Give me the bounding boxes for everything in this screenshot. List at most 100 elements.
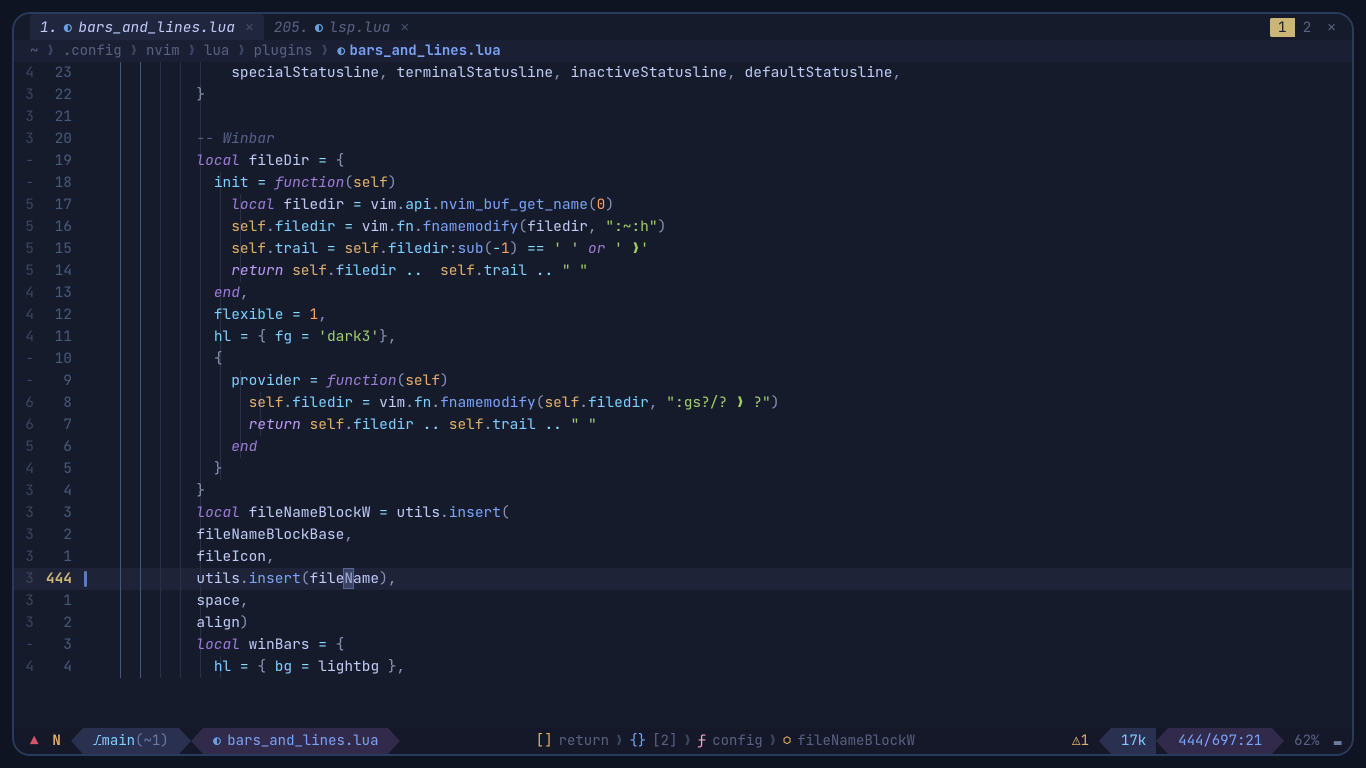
vim-mode-indicator: N	[42, 728, 70, 754]
distro-logo-icon: ▲	[14, 728, 42, 754]
line-number: 6	[40, 436, 82, 458]
fold-column[interactable]: 3	[14, 480, 40, 502]
code-line[interactable]: 413 end,	[14, 282, 1352, 304]
sign-column	[82, 216, 92, 238]
code-line[interactable]: 32 fileNameBlockBase,	[14, 524, 1352, 546]
line-number: 3	[40, 502, 82, 524]
sign-column	[82, 348, 92, 370]
fold-column[interactable]: 4	[14, 62, 40, 84]
fold-column[interactable]: -	[14, 370, 40, 392]
tabpage-close-icon[interactable]: ✕	[1319, 18, 1344, 37]
tab[interactable]: 1.◐bars_and_lines.lua✕	[30, 14, 264, 40]
warning-icon: ⚠	[1072, 732, 1080, 750]
fold-column[interactable]: 5	[14, 260, 40, 282]
breadcrumb-segment[interactable]: plugins	[254, 42, 313, 60]
fold-column[interactable]: 5	[14, 194, 40, 216]
code-line[interactable]: 3444 utils.insert(fileName),	[14, 568, 1352, 590]
fold-column[interactable]: 6	[14, 392, 40, 414]
code-line[interactable]: 45 }	[14, 458, 1352, 480]
code-line[interactable]: -18 init = function(self)	[14, 172, 1352, 194]
line-number: 4	[40, 656, 82, 678]
sign-column	[82, 634, 92, 656]
close-icon[interactable]: ✕	[245, 18, 254, 37]
fold-column[interactable]: 4	[14, 458, 40, 480]
code-line[interactable]: 68 self.filedir = vim.fn.fnamemodify(sel…	[14, 392, 1352, 414]
fold-column[interactable]: 3	[14, 546, 40, 568]
fold-column[interactable]: 4	[14, 282, 40, 304]
cursor-position: 444/697:21	[1168, 728, 1272, 754]
line-number: 20	[40, 128, 82, 150]
fold-column[interactable]: -	[14, 172, 40, 194]
fold-column[interactable]: 3	[14, 84, 40, 106]
sign-column	[82, 392, 92, 414]
code-context-breadcrumb[interactable]: [] return ❯ {} [2] ❯ ƒ config ❯ ⬡ fileNa…	[400, 728, 1050, 754]
fold-column[interactable]: 4	[14, 326, 40, 348]
sign-column	[82, 172, 92, 194]
fold-column[interactable]: 3	[14, 612, 40, 634]
fold-column[interactable]: 3	[14, 502, 40, 524]
code-line[interactable]: 33 local fileNameBlockW = utils.insert(	[14, 502, 1352, 524]
fold-column[interactable]: 5	[14, 238, 40, 260]
tab-page-indicator[interactable]: 12✕	[1270, 14, 1352, 40]
code-line[interactable]: 515 self.trail = self.filedir:sub(-1) ==…	[14, 238, 1352, 260]
status-filename[interactable]: ◐bars_and_lines.lua	[203, 728, 389, 754]
code-line[interactable]: 32 align)	[14, 612, 1352, 634]
breadcrumb-segment[interactable]: ~	[30, 42, 38, 60]
code-line[interactable]: 423 specialStatusline, terminalStatuslin…	[14, 62, 1352, 84]
diagnostics-warnings[interactable]: ⚠ 1	[1062, 728, 1099, 754]
code-line[interactable]: 322 }	[14, 84, 1352, 106]
code-line[interactable]: -9 provider = function(self)	[14, 370, 1352, 392]
code-line[interactable]: 321	[14, 106, 1352, 128]
breadcrumb-segment[interactable]: .config	[63, 42, 122, 60]
code-line[interactable]: 67 return self.filedir .. self.trail .. …	[14, 414, 1352, 436]
code-line[interactable]: -19 local fileDir = {	[14, 150, 1352, 172]
code-line[interactable]: -10 {	[14, 348, 1352, 370]
tab[interactable]: 205.◐lsp.lua✕	[264, 14, 419, 40]
code-line[interactable]: 31 fileIcon,	[14, 546, 1352, 568]
chevron-right-icon: ❯	[320, 42, 328, 60]
code-line[interactable]: 412 flexible = 1,	[14, 304, 1352, 326]
tab-number: 205.	[274, 18, 309, 37]
fold-column[interactable]: 3	[14, 524, 40, 546]
code-line[interactable]: 514 return self.filedir .. self.trail ..…	[14, 260, 1352, 282]
cursor: N	[344, 569, 353, 588]
breadcrumb-segment[interactable]: lua	[204, 42, 229, 60]
fold-column[interactable]: 5	[14, 216, 40, 238]
breadcrumb-segment[interactable]: nvim	[146, 42, 180, 60]
fold-column[interactable]: 4	[14, 304, 40, 326]
sign-column	[82, 458, 92, 480]
line-number: 1	[40, 590, 82, 612]
chevron-right-icon: ❯	[237, 42, 245, 60]
fold-column[interactable]: -	[14, 150, 40, 172]
fold-column[interactable]: -	[14, 348, 40, 370]
code-line[interactable]: 516 self.filedir = vim.fn.fnamemodify(fi…	[14, 216, 1352, 238]
context-symbol-icon: ⬡	[783, 732, 791, 750]
breadcrumb-file[interactable]: ◐bars_and_lines.lua	[337, 42, 501, 60]
code-line[interactable]: 411 hl = { fg = 'dark3'},	[14, 326, 1352, 348]
fold-column[interactable]: 3	[14, 106, 40, 128]
editor-window: 1.◐bars_and_lines.lua✕205.◐lsp.lua✕12✕ ~…	[12, 12, 1354, 756]
code-line[interactable]: 517 local filedir = vim.api.nvim_buf_get…	[14, 194, 1352, 216]
fold-column[interactable]: 4	[14, 656, 40, 678]
code-line[interactable]: 320 -- Winbar	[14, 128, 1352, 150]
git-branch[interactable]: ⎇ main(~1)	[83, 728, 179, 754]
fold-column[interactable]: -	[14, 634, 40, 656]
code-line[interactable]: 34 }	[14, 480, 1352, 502]
code-line[interactable]: 56 end	[14, 436, 1352, 458]
code-line[interactable]: 44 hl = { bg = lightbg },	[14, 656, 1352, 678]
line-number: 2	[40, 524, 82, 546]
code-line[interactable]: -3 local winBars = {	[14, 634, 1352, 656]
code-line[interactable]: 31 space,	[14, 590, 1352, 612]
context-symbol-icon: ƒ	[698, 732, 706, 750]
fold-column[interactable]: 3	[14, 590, 40, 612]
fold-column[interactable]: 5	[14, 436, 40, 458]
fold-column[interactable]: 3	[14, 128, 40, 150]
fold-column[interactable]: 6	[14, 414, 40, 436]
fold-column[interactable]: 3	[14, 568, 40, 590]
sign-column	[82, 260, 92, 282]
sign-column	[82, 524, 92, 546]
code-editor[interactable]: 423 specialStatusline, terminalStatuslin…	[14, 62, 1352, 728]
chevron-right-icon: ❯	[188, 42, 196, 60]
line-number: 12	[40, 304, 82, 326]
close-icon[interactable]: ✕	[400, 18, 409, 37]
